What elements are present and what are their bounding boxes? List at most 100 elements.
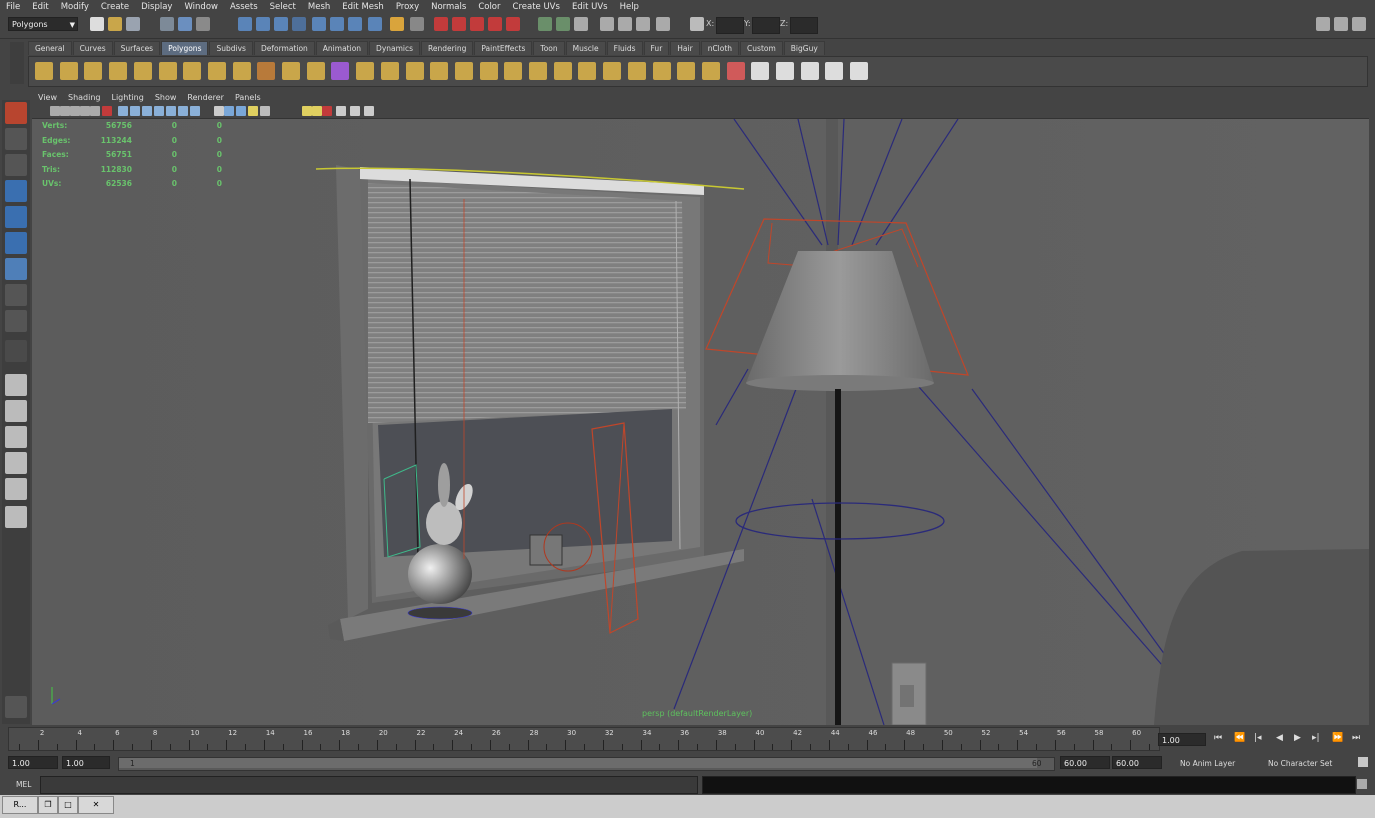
bridge-icon[interactable] bbox=[430, 62, 449, 80]
render-view-icon[interactable] bbox=[470, 17, 484, 31]
combine-icon[interactable] bbox=[282, 62, 300, 80]
shelf-tab-animation[interactable]: Animation bbox=[315, 41, 369, 55]
hypershade-icon[interactable] bbox=[506, 17, 520, 31]
outliner-toggle-icon[interactable] bbox=[600, 17, 614, 31]
shelf-tab-muscle[interactable]: Muscle bbox=[565, 41, 606, 55]
make-live-icon[interactable] bbox=[312, 17, 326, 31]
close-icon[interactable]: ✕ bbox=[78, 796, 114, 814]
step-back-frame-icon[interactable]: ⏪ bbox=[1234, 733, 1245, 743]
help-icon[interactable] bbox=[368, 17, 382, 31]
snap-to-curve-icon[interactable] bbox=[256, 17, 270, 31]
rotate-tool-icon[interactable] bbox=[5, 206, 27, 228]
safe-action-icon[interactable] bbox=[178, 106, 188, 116]
xray-active-icon[interactable] bbox=[364, 106, 374, 116]
motion-blur-icon[interactable] bbox=[312, 106, 322, 116]
render-current-frame-icon[interactable] bbox=[434, 17, 448, 31]
xray-icon[interactable] bbox=[336, 106, 346, 116]
paint-select-tool-icon[interactable] bbox=[5, 154, 27, 176]
select-by-component-icon[interactable] bbox=[196, 17, 210, 31]
split-polygon-icon[interactable] bbox=[479, 62, 498, 80]
perspective-viewport[interactable]: Verts: 56756 0 0 Edges: 113244 0 0 Faces: 56751 0 0… bbox=[32, 119, 1369, 725]
show-channel-box-icon[interactable] bbox=[1352, 17, 1366, 31]
menu-proxy[interactable]: Proxy bbox=[390, 2, 425, 12]
wireframe-icon[interactable] bbox=[214, 106, 224, 116]
playback-end-field[interactable]: 60.00 bbox=[1060, 756, 1110, 769]
extrude-face-icon[interactable] bbox=[405, 62, 424, 80]
step-back-key-icon[interactable]: |◂ bbox=[1254, 733, 1262, 743]
restore-icon[interactable]: ❐ bbox=[38, 796, 58, 814]
shelf-tab-deformation[interactable]: Deformation bbox=[253, 41, 315, 55]
select-tool-icon[interactable] bbox=[5, 102, 27, 124]
shelf-tab-fur[interactable]: Fur bbox=[643, 41, 670, 55]
bevel-icon[interactable] bbox=[380, 62, 399, 80]
single-perspective-layout-icon[interactable] bbox=[5, 374, 27, 396]
shelf-tab-ncloth[interactable]: nCloth bbox=[700, 41, 740, 55]
persp-hypershade-layout-icon[interactable] bbox=[5, 478, 27, 500]
reduce-icon[interactable] bbox=[677, 62, 696, 80]
grease-pencil-icon[interactable] bbox=[102, 106, 112, 116]
ipr-render-icon[interactable] bbox=[452, 17, 466, 31]
menu-edit[interactable]: Edit bbox=[26, 2, 54, 12]
uv-planar-icon[interactable] bbox=[751, 62, 770, 80]
dope-sheet-toggle-icon[interactable] bbox=[636, 17, 650, 31]
z-field[interactable] bbox=[790, 17, 818, 34]
screen-space-ao-icon[interactable] bbox=[302, 106, 312, 116]
menu-file[interactable]: File bbox=[0, 2, 26, 12]
poly-cube-icon[interactable] bbox=[59, 62, 78, 80]
poly-cone-icon[interactable] bbox=[109, 62, 128, 80]
poly-pipe-icon[interactable] bbox=[207, 62, 226, 80]
menu-display[interactable]: Display bbox=[135, 2, 178, 12]
triangulate-icon[interactable] bbox=[726, 62, 745, 80]
merge-vertices-icon[interactable] bbox=[553, 62, 572, 80]
range-slider-handle[interactable] bbox=[119, 758, 1037, 768]
go-to-end-icon[interactable]: ⏭ bbox=[1352, 733, 1360, 743]
append-polygon-icon[interactable] bbox=[454, 62, 473, 80]
uv-cylindrical-icon[interactable] bbox=[776, 62, 794, 80]
menu-normals[interactable]: Normals bbox=[425, 2, 472, 12]
toolbox-footer-icon[interactable] bbox=[5, 696, 27, 718]
shelf-tab-curves[interactable]: Curves bbox=[72, 41, 113, 55]
shelf-tab-bigguy[interactable]: BigGuy bbox=[783, 41, 825, 55]
command-language-label[interactable]: MEL bbox=[16, 780, 31, 789]
poly-torus-icon[interactable] bbox=[158, 62, 177, 80]
panel-menu-show[interactable]: Show bbox=[149, 93, 182, 102]
playback-start-field[interactable]: 1.00 bbox=[62, 756, 110, 769]
scale-tool-icon[interactable] bbox=[5, 232, 27, 254]
shelf-tab-custom[interactable]: Custom bbox=[740, 41, 783, 55]
menu-color[interactable]: Color bbox=[472, 2, 506, 12]
shelf-tab-fluids[interactable]: Fluids bbox=[606, 41, 643, 55]
step-forward-key-icon[interactable]: ▸| bbox=[1312, 733, 1320, 743]
panel-menu-panels[interactable]: Panels bbox=[229, 93, 266, 102]
save-scene-icon[interactable] bbox=[126, 17, 140, 31]
snap-to-view-plane-icon[interactable] bbox=[292, 17, 306, 31]
panel-menu-lighting[interactable]: Lighting bbox=[105, 93, 148, 102]
menu-assets[interactable]: Assets bbox=[224, 2, 264, 12]
new-scene-icon[interactable] bbox=[90, 17, 104, 31]
four-view-layout-icon[interactable] bbox=[5, 400, 27, 422]
construction-history-icon[interactable] bbox=[348, 17, 362, 31]
uv-automatic-icon[interactable] bbox=[825, 62, 844, 80]
show-tool-settings-icon[interactable] bbox=[1334, 17, 1348, 31]
open-scene-icon[interactable] bbox=[108, 17, 122, 31]
menu-modify[interactable]: Modify bbox=[55, 2, 95, 12]
poke-face-icon[interactable] bbox=[652, 62, 671, 80]
grid-icon[interactable] bbox=[118, 106, 128, 116]
render-settings-icon[interactable] bbox=[410, 17, 424, 31]
shelf-tab-surfaces[interactable]: Surfaces bbox=[113, 41, 161, 55]
current-frame-field[interactable]: 1.00 bbox=[1158, 733, 1206, 746]
channel-box-toggle-icon[interactable] bbox=[656, 17, 670, 31]
attribute-editor-toggle-icon[interactable] bbox=[574, 17, 588, 31]
shelf-tab-hair[interactable]: Hair bbox=[670, 41, 700, 55]
graph-editor-toggle-icon[interactable] bbox=[618, 17, 632, 31]
minimized-window[interactable]: R... bbox=[2, 796, 38, 814]
field-chart-icon[interactable] bbox=[166, 106, 176, 116]
history-icon[interactable] bbox=[330, 17, 344, 31]
shelf-tab-toon[interactable]: Toon bbox=[533, 41, 565, 55]
gate-mask-icon[interactable] bbox=[154, 106, 164, 116]
y-field[interactable] bbox=[752, 17, 780, 34]
select-camera-icon[interactable] bbox=[50, 106, 60, 116]
menu-create[interactable]: Create bbox=[95, 2, 135, 12]
film-gate-icon[interactable] bbox=[130, 106, 140, 116]
play-backwards-icon[interactable]: ◀ bbox=[1276, 733, 1283, 743]
poly-plane-icon[interactable] bbox=[133, 62, 152, 80]
